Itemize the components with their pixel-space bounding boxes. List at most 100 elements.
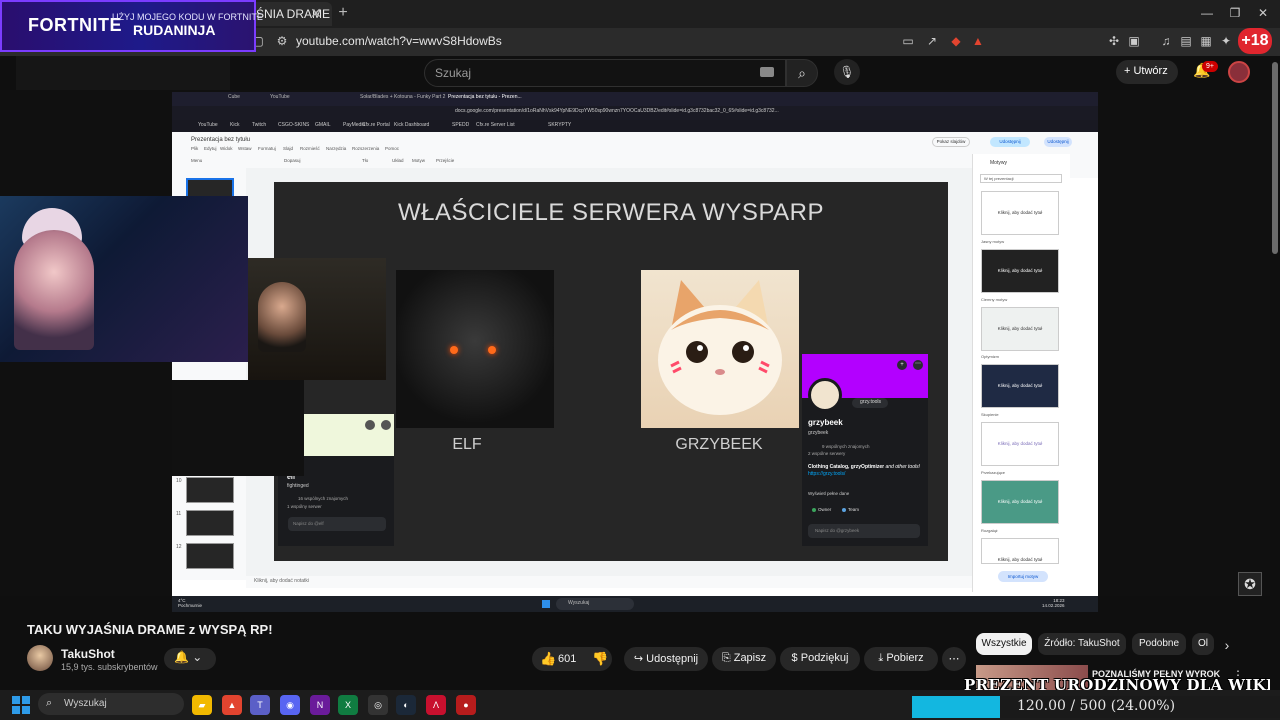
sidebar-icon[interactable]: ▤ — [1178, 33, 1194, 49]
subscriber-count: 15,9 tys. subskrybentów — [61, 662, 158, 672]
minimize-icon[interactable]: — — [1196, 4, 1218, 22]
mutual-friends: 9 wspólnych znajomych — [822, 444, 870, 449]
new-tab-button[interactable]: + — [334, 4, 352, 22]
screenshot-icon[interactable]: ▣ — [1126, 33, 1142, 49]
bio-rest: and other tools! — [884, 464, 920, 470]
import-theme-button: Importuj motyw — [998, 571, 1048, 582]
tab-close-icon[interactable]: ✕ — [308, 5, 324, 21]
slides-toolbar-item: Motyw — [412, 158, 426, 163]
slide-thumbnail — [186, 510, 234, 536]
recorded-windows-icon — [542, 600, 550, 608]
chevron-down-icon: ⌄ — [192, 650, 203, 664]
cat-illustration — [658, 280, 782, 415]
obs-icon[interactable]: ◎ — [368, 695, 388, 715]
cast-icon[interactable]: ▭ — [900, 33, 916, 49]
role-owner: Owner — [818, 507, 832, 512]
save-button[interactable]: ⎘ Zapisz — [712, 647, 776, 671]
chip-source[interactable]: Źródło: TakuShot — [1038, 633, 1126, 655]
close-window-icon[interactable]: ✕ — [1252, 4, 1274, 22]
discord-icon[interactable]: ◉ — [280, 695, 300, 715]
video-title: TAKU WYJAŚNIA DRAME z WYSPĄ RP! — [27, 622, 273, 637]
chevron-right-icon[interactable]: › — [1218, 636, 1236, 654]
chip-all[interactable]: Wszystkie — [976, 633, 1032, 655]
account-avatar[interactable] — [1228, 61, 1250, 83]
dislike-button[interactable]: 👎 — [586, 647, 616, 671]
slides-toolbar-item: Tło — [362, 158, 369, 163]
role-team: Team — [848, 507, 860, 512]
explorer-icon[interactable]: ▰ — [192, 695, 212, 715]
mutual-servers: 2 wspólne serwery — [808, 451, 846, 456]
site-settings-icon[interactable]: ⚙ — [274, 33, 290, 49]
subscription-bell-button[interactable]: 🔔 ⌄ — [164, 648, 216, 670]
url-field[interactable]: youtube.com/watch?v=wwvS8HdowBs — [296, 34, 502, 48]
role-dot — [812, 508, 816, 512]
bookmark-item: Cfx.re Server List — [476, 122, 515, 128]
keyboard-icon[interactable] — [760, 67, 774, 77]
recorded-tab-active: Prezentacja bez tytułu - Prezen... — [448, 94, 522, 100]
voice-search-button[interactable]: 🎙 — [834, 59, 860, 85]
mutual-friends: 16 wspólnych znajomych — [298, 496, 349, 501]
more-icon: ⋯ — [948, 653, 960, 665]
taskbar-search-input[interactable]: Wyszukaj — [38, 693, 184, 715]
search-button[interactable]: ⌕ — [786, 59, 818, 87]
add-friend-icon: + — [897, 360, 907, 370]
brave-red-icon[interactable]: Λ — [426, 695, 446, 715]
download-button[interactable]: ⤓ Pobierz — [864, 647, 938, 671]
channel-watermark-icon[interactable]: ✪ — [1238, 572, 1262, 596]
bio-bold: Clothing Catalog, grzyOptimizer — [808, 464, 885, 470]
download-label: Pobierz — [886, 652, 924, 664]
slides-menu-item: Rozszerzenia — [352, 146, 380, 151]
recorded-url: docs.google.com/presentation/d/1oRaNhVsk… — [455, 108, 779, 114]
mutual-servers: 1 wspólny serwer — [287, 504, 322, 509]
slides-menu-item: Formatuj — [258, 146, 276, 151]
recorded-weather: 4°C Pochmurnie — [178, 598, 202, 608]
fortnite-banner-text: UŻYJ MOJEGO KODU W FORTNITE — [112, 12, 263, 22]
create-label: Utwórz — [1133, 65, 1168, 77]
role-dot — [842, 508, 846, 512]
creator-code: RUDANINJA — [133, 22, 216, 38]
extensions-icon[interactable]: ✣ — [1106, 33, 1122, 49]
theme-label: Optymizm — [981, 354, 999, 359]
slides-doc-title: Prezentacja bez tytułu — [191, 137, 251, 143]
elf-eye — [488, 346, 496, 354]
create-button[interactable]: + Utwórz — [1116, 60, 1178, 84]
maximize-icon[interactable]: ❐ — [1224, 4, 1246, 22]
scrollbar-thumb[interactable] — [1272, 62, 1278, 254]
theme-thumbnail: Kliknij, aby dodać tytuł — [981, 364, 1059, 408]
windows-start-icon[interactable] — [12, 696, 30, 714]
leo-ai-icon[interactable]: ✦ — [1218, 33, 1234, 49]
kick-next-icon[interactable]: N — [310, 695, 330, 715]
channel-name[interactable]: TakuShot — [61, 647, 115, 661]
webcam-person — [14, 230, 94, 350]
chip-more[interactable]: Ol — [1192, 633, 1214, 655]
view-full-profile: Wyświetl pełne dane — [808, 491, 850, 496]
share-button[interactable]: ↪ Udostępnij — [624, 647, 708, 671]
excel-icon[interactable]: X — [338, 695, 358, 715]
share-icon[interactable]: ↗ — [924, 33, 940, 49]
channel-avatar[interactable] — [27, 645, 53, 671]
chip-similar[interactable]: Podobne — [1132, 633, 1186, 655]
bookmark-item: SPEDD — [452, 122, 470, 128]
recorded-clock: 18:23 14.02.2026 — [1042, 598, 1065, 608]
bell-icon: 🔔 — [174, 650, 189, 664]
record-icon[interactable]: ● — [456, 695, 476, 715]
search-input[interactable]: Szukaj — [424, 59, 786, 87]
brave-rewards-icon[interactable]: ▲ — [970, 33, 986, 49]
teams-icon[interactable]: T — [250, 695, 270, 715]
date: 14.02.2026 — [1042, 603, 1065, 608]
theme-label: Jasny motyw — [981, 239, 1005, 244]
donation-goal-text: 120.00 / 500 (24.00%) — [1016, 698, 1176, 714]
thanks-button[interactable]: $ Podziękuj — [780, 647, 860, 671]
slides-menu-item: Wstaw — [238, 146, 252, 151]
brave-shield-icon[interactable]: ◆ — [948, 33, 964, 49]
slide-thumbnail — [186, 477, 234, 503]
steam-icon[interactable]: ◐ — [396, 695, 416, 715]
more-actions-button[interactable]: ⋯ — [942, 647, 966, 671]
wallet-icon[interactable]: ▦ — [1198, 33, 1214, 49]
bookmark-item: Twitch — [252, 122, 267, 128]
music-icon[interactable]: ♫ — [1158, 33, 1174, 49]
windows-logo — [12, 696, 30, 714]
slide-number: 12 — [176, 544, 182, 550]
theme-thumbnail: Kliknij, aby dodać tytuł — [981, 307, 1059, 351]
brave-icon[interactable]: ▲ — [222, 695, 242, 715]
